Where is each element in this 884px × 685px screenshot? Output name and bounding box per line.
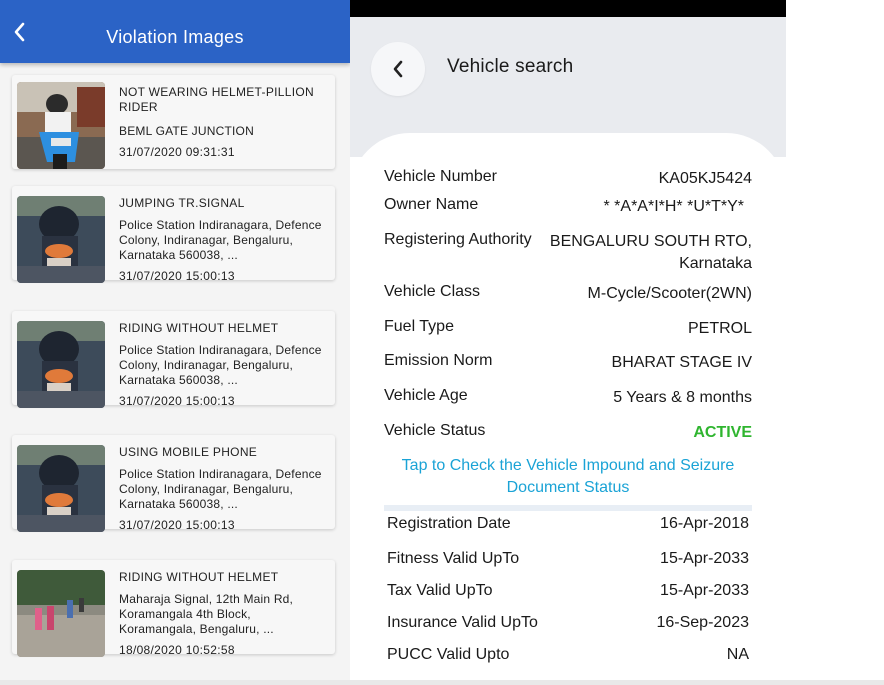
- violation-type: USING MOBILE PHONE: [119, 445, 258, 459]
- registering-authority-value-line1: BENGALURU SOUTH RTO,: [549, 233, 752, 250]
- validity-label: Registration Date: [387, 515, 511, 532]
- vehicle-class-value: M-Cycle/Scooter(2WN): [587, 285, 752, 302]
- impound-status-link[interactable]: Tap to Check the Vehicle Impound and Sei…: [384, 455, 752, 499]
- violation-time: 31/07/2020 15:00:13: [119, 518, 235, 532]
- chevron-left-icon: [393, 60, 403, 78]
- detail-label: Vehicle Number: [384, 168, 497, 185]
- detail-label: Registering Authority: [384, 231, 532, 248]
- violation-images-panel: NOT WEARING HELMET-PILLION RIDER BEML GA…: [0, 0, 350, 685]
- vehicle-number-value: KA05KJ5424: [658, 170, 752, 187]
- bottom-divider: [0, 680, 884, 685]
- registration-date-value: 16-Apr-2018: [660, 515, 749, 532]
- detail-label: Vehicle Status: [384, 422, 486, 439]
- page-title: Violation Images: [106, 27, 244, 47]
- back-button[interactable]: [371, 42, 425, 96]
- screen: NOT WEARING HELMET-PILLION RIDER BEML GA…: [0, 0, 884, 685]
- violation-photo[interactable]: [17, 82, 105, 169]
- violation-photo[interactable]: [17, 445, 105, 532]
- violation-time: 31/07/2020 15:00:13: [119, 269, 235, 283]
- section-divider: [384, 505, 752, 511]
- violation-card[interactable]: RIDING WITHOUT HELMET Maharaja Signal, 1…: [12, 560, 335, 657]
- violation-time: 18/08/2020 10:52:58: [119, 643, 235, 657]
- emission-norm-value: BHARAT STAGE IV: [611, 354, 752, 371]
- violation-location: Police Station Indiranagara, Defence Col…: [119, 467, 322, 511]
- detail-label: Owner Name: [384, 196, 479, 213]
- registering-authority-value-line2: Karnataka: [679, 255, 752, 272]
- vehicle-age-value: 5 Years & 8 months: [613, 389, 752, 406]
- violation-type: RIDING WITHOUT HELMET: [119, 321, 279, 335]
- vehicle-search-panel: Vehicle search Vehicle Number KA05KJ5424…: [350, 0, 786, 685]
- violation-photo[interactable]: [17, 321, 105, 408]
- violation-type: NOT WEARING HELMET-PILLION RIDER: [119, 85, 314, 114]
- violation-type: JUMPING TR.SIGNAL: [119, 196, 245, 210]
- violation-card[interactable]: JUMPING TR.SIGNAL Police Station Indiran…: [12, 186, 335, 283]
- violation-location: Police Station Indiranagara, Defence Col…: [119, 218, 322, 262]
- validity-label: PUCC Valid Upto: [387, 646, 510, 663]
- detail-label: Emission Norm: [384, 352, 493, 369]
- detail-label: Vehicle Age: [384, 387, 468, 404]
- page-title: Vehicle search: [447, 56, 574, 77]
- status-bar: [350, 0, 786, 17]
- validity-label: Insurance Valid UpTo: [387, 614, 538, 631]
- validity-label: Fitness Valid UpTo: [387, 550, 520, 567]
- violation-location: Maharaja Signal, 12th Main Rd, Koramanga…: [119, 592, 294, 636]
- fitness-valid-value: 15-Apr-2033: [660, 550, 749, 567]
- violation-card[interactable]: NOT WEARING HELMET-PILLION RIDER BEML GA…: [12, 75, 335, 169]
- violation-card[interactable]: USING MOBILE PHONE Police Station Indira…: [12, 435, 335, 532]
- owner-name-value: * *A*A*I*H* *U*T*Y*: [603, 198, 745, 215]
- validity-label: Tax Valid UpTo: [387, 582, 493, 599]
- impound-link-line2[interactable]: Document Status: [384, 477, 752, 499]
- pucc-valid-value: NA: [726, 646, 749, 663]
- violation-type: RIDING WITHOUT HELMET: [119, 570, 279, 584]
- violation-time: 31/07/2020 15:00:13: [119, 394, 235, 408]
- violation-card[interactable]: RIDING WITHOUT HELMET Police Station Ind…: [12, 311, 335, 408]
- detail-label: Fuel Type: [384, 318, 454, 335]
- detail-label: Vehicle Class: [384, 283, 481, 300]
- violation-photo[interactable]: [17, 570, 105, 657]
- violation-photo[interactable]: [17, 196, 105, 283]
- insurance-valid-value: 16-Sep-2023: [656, 614, 749, 631]
- violation-location: Police Station Indiranagara, Defence Col…: [119, 343, 322, 387]
- app-bar: Violation Images: [0, 0, 350, 63]
- tax-valid-value: 15-Apr-2033: [660, 582, 749, 599]
- fuel-type-value: PETROL: [687, 320, 752, 337]
- violation-time: 31/07/2020 09:31:31: [119, 145, 235, 159]
- violation-location: BEML GATE JUNCTION: [119, 124, 254, 138]
- impound-link-line1[interactable]: Tap to Check the Vehicle Impound and Sei…: [384, 455, 752, 477]
- status-badge: ACTIVE: [693, 424, 752, 441]
